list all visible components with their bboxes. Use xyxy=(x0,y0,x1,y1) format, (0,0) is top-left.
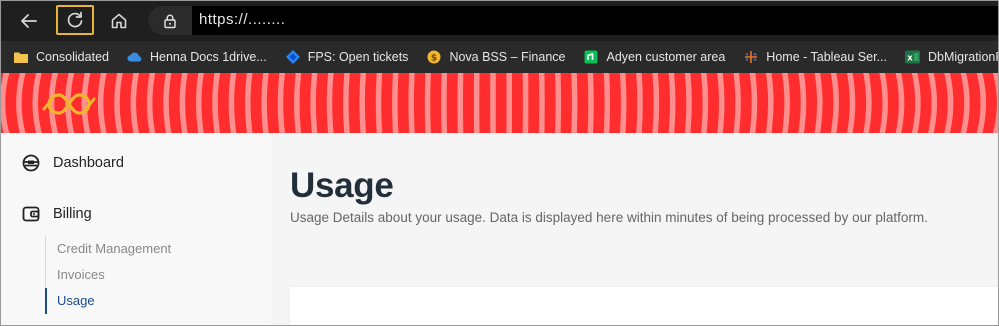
sidebar-item-dashboard[interactable]: Dashboard xyxy=(21,153,124,173)
banner-stripe xyxy=(375,73,383,133)
bookmark-fps-open-tickets[interactable]: FPS: Open tickets xyxy=(285,45,409,69)
banner-stripe xyxy=(261,73,269,133)
onedrive-cloud-icon xyxy=(127,50,143,64)
banner-stripe xyxy=(179,73,188,133)
main-panel: Usage Usage Details about your usage. Da… xyxy=(271,133,998,325)
banner-stripe xyxy=(814,73,823,133)
bookmark-tableau-home[interactable]: Home - Tableau Ser... xyxy=(743,45,887,69)
banner-stripe xyxy=(441,73,448,133)
banner-stripe xyxy=(294,73,302,133)
bookmark-adyen-customer-area[interactable]: Adyen customer area xyxy=(583,45,725,69)
banner-stripe xyxy=(163,73,172,133)
banner-stripe xyxy=(245,73,253,133)
bookmarks-bar: Consolidated Henna Docs 1drive... FPS: O… xyxy=(1,41,998,73)
svg-text:x: x xyxy=(907,54,913,64)
banner-stripe xyxy=(717,73,725,133)
bookmark-nova-bss-finance[interactable]: $ Nova BSS – Finance xyxy=(426,45,565,69)
home-icon xyxy=(111,13,127,29)
banner-stripe xyxy=(603,73,611,133)
excel-icon: x xyxy=(904,50,921,64)
folder-icon xyxy=(13,50,29,64)
back-arrow-icon xyxy=(21,14,37,28)
banner-stripes xyxy=(1,73,998,133)
banner-stripe xyxy=(733,73,741,133)
lock-icon xyxy=(164,14,176,28)
bookmark-label: Adyen customer area xyxy=(606,50,726,64)
banner-stripe xyxy=(408,73,415,133)
svg-text:$: $ xyxy=(431,54,437,64)
bookmark-label: Henna Docs 1drive... xyxy=(149,50,267,64)
banner-stripe xyxy=(228,73,237,133)
bookmark-dbmigration[interactable]: x DbMigrationPreBil xyxy=(904,45,998,69)
banner-stripe xyxy=(846,73,856,133)
banner-stripe xyxy=(277,73,285,133)
infinity-logo-icon xyxy=(42,93,96,115)
coin-icon: $ xyxy=(426,50,442,64)
jira-icon xyxy=(285,50,301,64)
sidebar: Dashboard Billing Credit Management Invo… xyxy=(1,133,271,325)
tableau-icon xyxy=(743,50,759,64)
banner-stripe xyxy=(619,73,627,133)
subnav-credit-management[interactable]: Credit Management xyxy=(46,236,245,262)
banner-stripe xyxy=(782,73,790,133)
site-info-button[interactable] xyxy=(148,6,192,35)
bookmark-label: DbMigrationPreBil xyxy=(927,50,998,64)
page-subtitle: Usage Details about your usage. Data is … xyxy=(290,210,928,225)
banner-stripe xyxy=(326,73,334,133)
bookmark-label: Consolidated xyxy=(36,50,109,64)
banner-stripe xyxy=(195,73,204,133)
sidebar-item-label: Dashboard xyxy=(53,155,124,171)
reload-button[interactable] xyxy=(56,5,94,35)
brand-banner xyxy=(1,73,998,133)
address-bar[interactable]: https://........ xyxy=(148,6,998,35)
banner-stripe xyxy=(571,73,578,133)
usage-card xyxy=(290,287,998,325)
banner-stripe xyxy=(587,73,594,133)
adyen-icon xyxy=(583,50,599,64)
banner-stripe xyxy=(652,73,660,133)
banner-stripe xyxy=(701,73,709,133)
banner-stripe xyxy=(765,73,774,133)
subnav-usage[interactable]: Usage xyxy=(45,288,245,314)
bookmark-label: Nova BSS – Finance xyxy=(449,50,566,64)
banner-stripe xyxy=(310,73,318,133)
bookmark-label: FPS: Open tickets xyxy=(307,50,409,64)
banner-stripe xyxy=(555,73,562,133)
bookmark-henna-docs[interactable]: Henna Docs 1drive... xyxy=(127,45,267,69)
page-content: Dashboard Billing Credit Management Invo… xyxy=(1,133,998,325)
bookmark-label: Home - Tableau Ser... xyxy=(766,50,887,64)
banner-stripe xyxy=(684,73,692,133)
back-button[interactable] xyxy=(12,6,46,36)
banner-stripe xyxy=(392,73,399,133)
banner-stripe xyxy=(424,73,431,133)
banner-stripe xyxy=(146,73,156,133)
banner-stripe xyxy=(343,73,350,133)
banner-stripe xyxy=(749,73,758,133)
page-title: Usage xyxy=(290,166,394,205)
sidebar-item-label: Billing xyxy=(53,206,92,222)
address-text[interactable]: https://........ xyxy=(199,11,285,28)
home-button[interactable] xyxy=(102,6,136,36)
browser-toolbar: https://........ xyxy=(1,1,998,41)
banner-stripe xyxy=(668,73,676,133)
subnav-invoices[interactable]: Invoices xyxy=(46,262,245,288)
banner-stripe xyxy=(830,73,839,133)
wallet-icon xyxy=(21,204,41,224)
dashboard-icon xyxy=(21,153,41,173)
screenshot-frame: https://........ Consolidated Henna Docs… xyxy=(0,0,999,326)
banner-stripe xyxy=(359,73,367,133)
reload-icon xyxy=(67,11,83,28)
banner-stripe xyxy=(798,73,807,133)
banner-stripe xyxy=(636,73,643,133)
billing-subnav: Credit Management Invoices Usage xyxy=(45,236,245,314)
banner-stripe xyxy=(212,73,221,133)
bookmark-consolidated[interactable]: Consolidated xyxy=(13,45,109,69)
sidebar-item-billing[interactable]: Billing xyxy=(21,204,92,224)
